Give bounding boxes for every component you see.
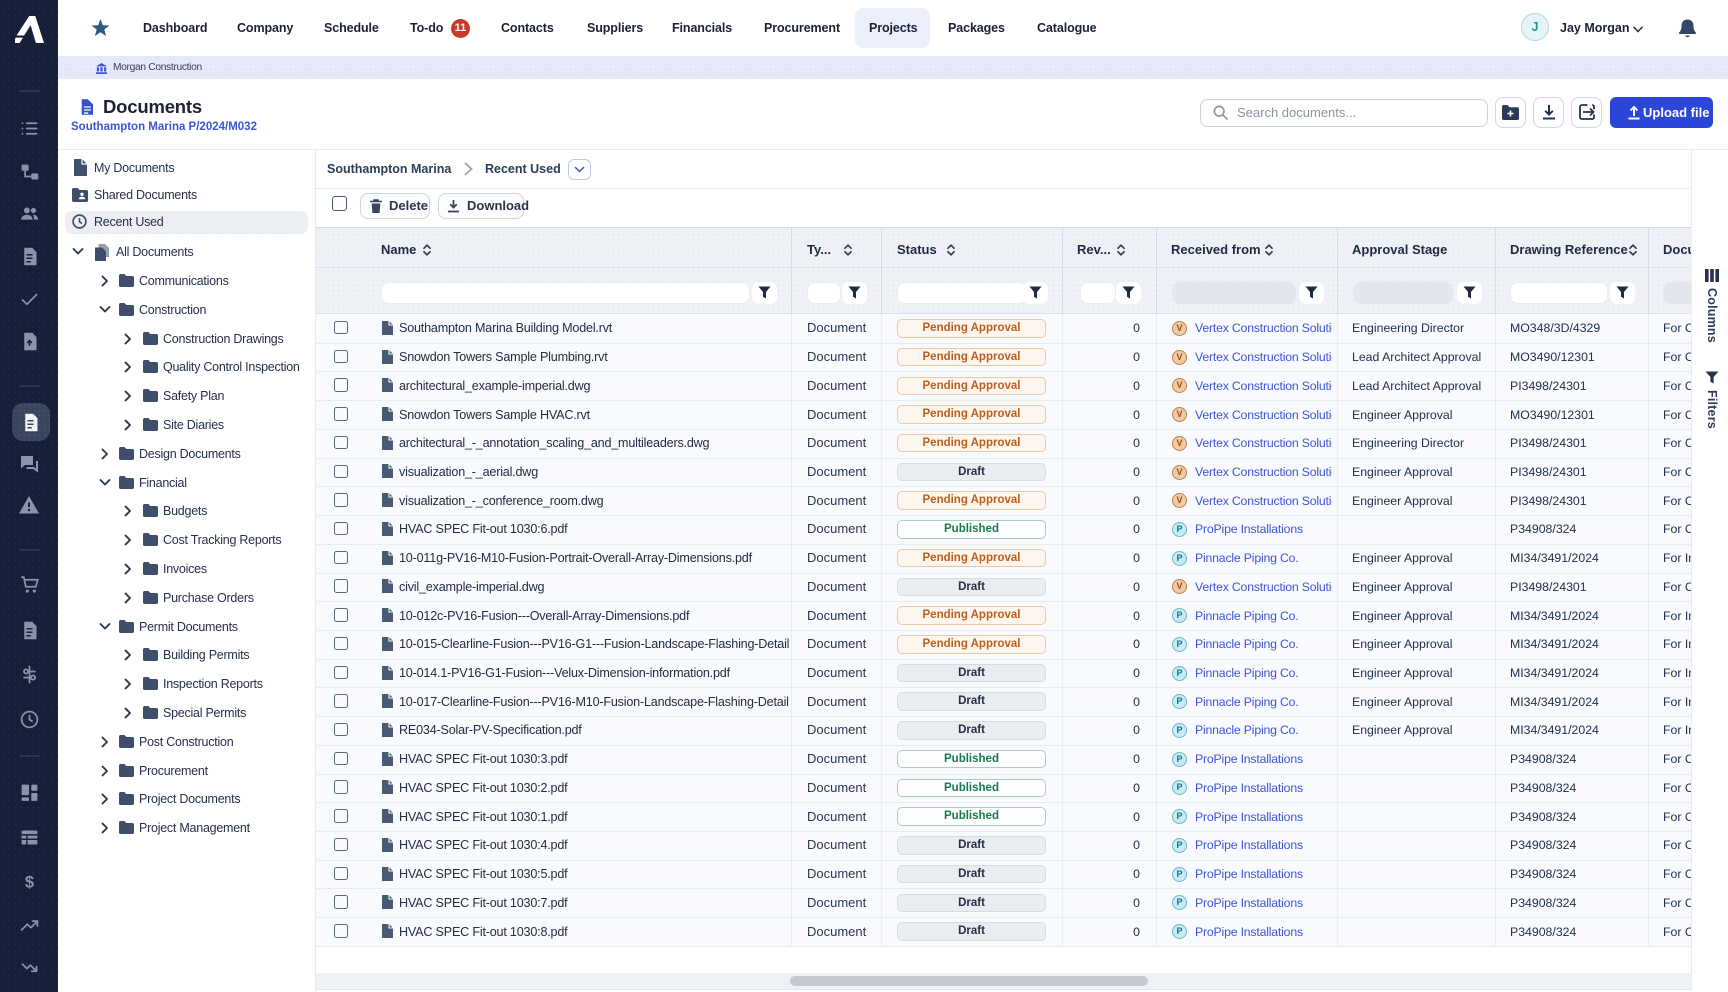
svg-text:$: $ bbox=[24, 872, 33, 891]
